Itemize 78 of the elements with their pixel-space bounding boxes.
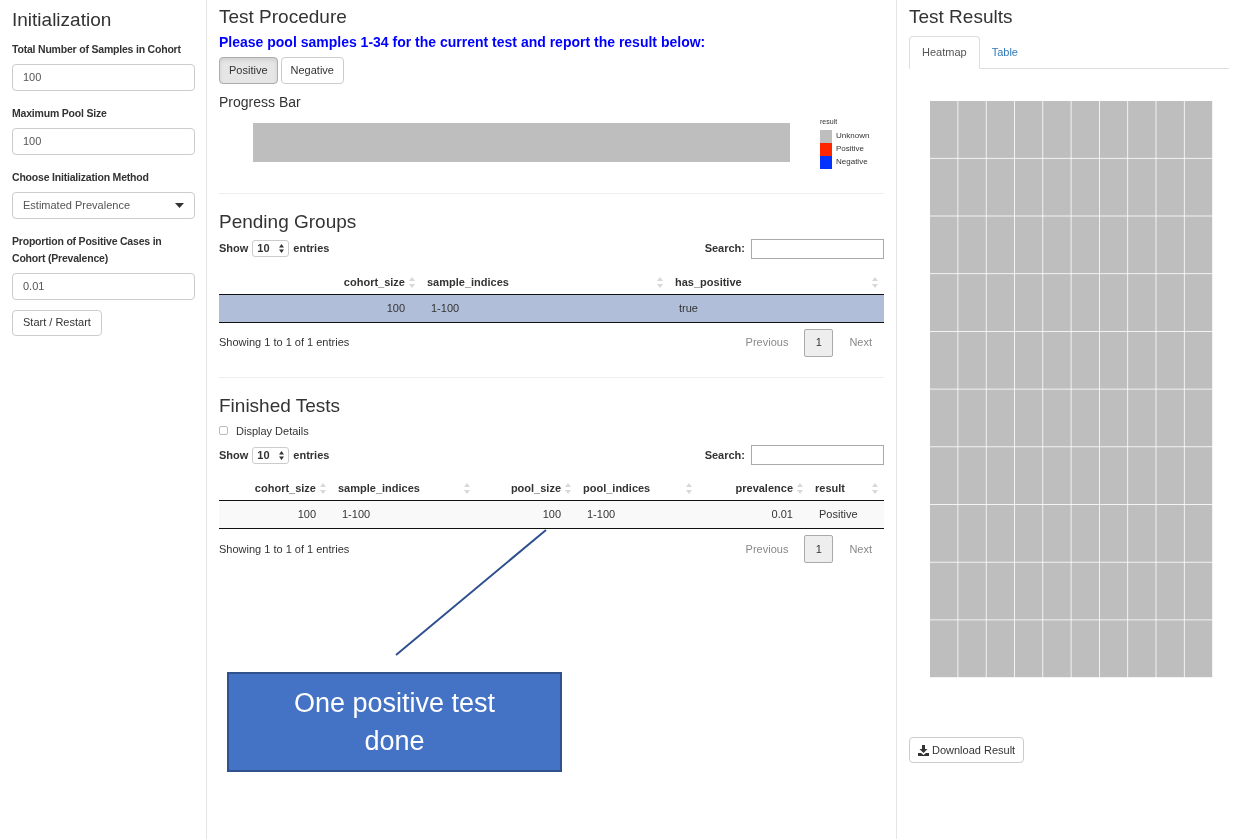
search-field[interactable]: [751, 238, 884, 259]
instruction-text: Please pool samples 1-34 for the current test and report the result below:: [219, 33, 707, 52]
column-header[interactable]: has_positive: [669, 270, 884, 294]
table-cell-text: 0.01: [770, 507, 794, 523]
sort-icon: [872, 276, 878, 288]
previous-link[interactable]: Previous: [733, 540, 801, 558]
column-header[interactable]: sample_indices: [421, 270, 669, 294]
column-header[interactable]: cohort_size: [219, 270, 421, 294]
sort-icon: [872, 483, 878, 494]
sort-icon: [565, 483, 571, 494]
table-row[interactable]: 100 1-100 100 1-100 0.01 Positive: [219, 501, 884, 529]
search-field[interactable]: [751, 445, 884, 465]
checkbox-label: Display Details: [236, 423, 309, 439]
field-label: Maximum Pool Size: [12, 105, 108, 121]
panel-title: Test Results: [909, 6, 1014, 28]
table-cell-text: true: [678, 300, 699, 316]
table-cell-text: 1-100: [586, 507, 617, 523]
entries-select[interactable]: 10: [252, 446, 290, 464]
sort-icon: [657, 276, 663, 288]
table-info: Showing 1 to 1 of 1 entries: [219, 541, 350, 557]
show-label: Show: [219, 241, 249, 257]
show-label: Show: [219, 447, 249, 463]
tab[interactable]: Table: [979, 36, 1030, 69]
search-label: Search:: [704, 447, 745, 463]
column-header[interactable]: prevalence: [698, 477, 809, 500]
legend-label: Positive: [836, 144, 864, 154]
column-header[interactable]: result: [809, 477, 884, 500]
table-cell-text: 1-100: [430, 300, 461, 316]
input-field[interactable]: 0.01: [12, 272, 195, 300]
download-icon: [918, 744, 929, 756]
field-label: Proportion of Positive Cases in Cohort (Prevalence): [12, 233, 163, 266]
column-header[interactable]: cohort_size: [219, 477, 332, 500]
input-field[interactable]: 100: [12, 63, 195, 91]
column-header[interactable]: sample_indices: [332, 477, 476, 500]
sort-icon: [686, 483, 692, 494]
legend-label: Unknown: [836, 131, 870, 141]
entries-label: entries: [293, 241, 330, 257]
result-button[interactable]: Negative: [280, 57, 344, 84]
table-info: Showing 1 to 1 of 1 entries: [219, 335, 350, 351]
column-header[interactable]: pool_indices: [577, 477, 698, 500]
section-title: Finished Tests: [219, 394, 342, 417]
field-label: Total Number of Samples in Cohort: [12, 41, 182, 57]
panel-title: Test Procedure: [219, 6, 348, 28]
caret-icon: [175, 202, 184, 208]
result-button[interactable]: Positive: [219, 57, 278, 84]
entries-label: entries: [293, 447, 330, 463]
sort-icon: [797, 483, 803, 494]
search-label: Search:: [704, 241, 745, 257]
spinner-icon: [279, 244, 285, 253]
entries-select[interactable]: 10: [252, 240, 290, 257]
panel-title: Initialization: [12, 8, 113, 32]
callout-box: One positive test done: [227, 672, 562, 772]
tab[interactable]: Heatmap: [909, 36, 980, 69]
next-link[interactable]: Next: [837, 540, 884, 558]
legend-label: Negative: [836, 157, 868, 167]
table-cell-text: 100: [296, 507, 317, 523]
checkbox[interactable]: [219, 426, 228, 436]
download-button[interactable]: Download Result: [909, 737, 1025, 763]
sort-icon: [320, 483, 326, 494]
field-label: Choose Initialization Method: [12, 169, 150, 185]
page-button[interactable]: 1: [804, 328, 834, 357]
table-cell-text: 100: [541, 507, 562, 523]
dropdown[interactable]: Estimated Prevalence: [12, 191, 195, 219]
input-field[interactable]: 100: [12, 127, 195, 155]
table-row[interactable]: 100 1-100 true: [219, 294, 884, 323]
sort-icon: [409, 276, 415, 288]
spinner-icon: [279, 450, 285, 460]
section-title: Pending Groups: [219, 210, 358, 233]
next-link[interactable]: Next: [837, 334, 884, 351]
start-restart-button[interactable]: Start / Restart: [12, 309, 102, 336]
table-cell-text: 1-100: [341, 507, 372, 523]
table-cell-text: 100: [385, 300, 406, 316]
column-header[interactable]: pool_size: [476, 477, 577, 500]
progress-title: Progress Bar: [219, 93, 302, 112]
table-cell-text: Positive: [818, 507, 859, 523]
sort-icon: [464, 483, 470, 494]
previous-link[interactable]: Previous: [733, 334, 801, 351]
page-button[interactable]: 1: [804, 535, 834, 563]
